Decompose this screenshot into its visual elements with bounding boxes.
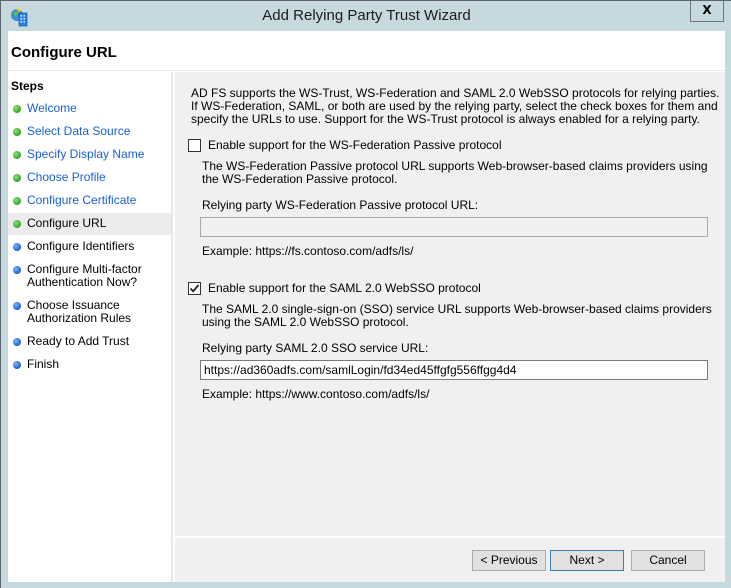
step-label: Select Data Source: [27, 124, 131, 138]
step-label: Choose Issuance Authorization Rules: [27, 298, 132, 325]
window-title: Add Relying Party Trust Wizard: [262, 7, 471, 24]
wsfed-enable-checkbox[interactable]: Enable support for the WS-Federation Pas…: [188, 138, 501, 152]
step-choose-issuance-authorization-rules: Choose Issuance Authorization Rules: [8, 299, 138, 325]
steps-title: Steps: [11, 79, 44, 93]
step-choose-profile[interactable]: Choose Profile: [8, 171, 171, 184]
step-welcome[interactable]: Welcome: [8, 102, 171, 115]
wsfed-description: The WS-Federation Passive protocol URL s…: [202, 159, 708, 186]
step-label: Finish: [27, 357, 60, 371]
step-configure-url: Configure URL: [8, 213, 171, 235]
wizard-client-area: Configure URL Steps Welcome Select Data …: [8, 31, 725, 582]
step-configure-identifiers: Configure Identifiers: [8, 240, 171, 253]
wsfed-example: Example: https://fs.contoso.com/adfs/ls/: [202, 244, 414, 258]
step-complete-icon: [13, 105, 21, 113]
step-label: Welcome: [27, 101, 77, 115]
title-bar[interactable]: Add Relying Party Trust Wizard X: [1, 1, 731, 32]
step-label: Specify Display Name: [27, 147, 145, 161]
step-label: Configure Identifiers: [27, 239, 135, 253]
saml-checkbox-box[interactable]: [188, 281, 201, 295]
step-label: Configure Certificate: [27, 193, 137, 207]
page-title: Configure URL: [11, 44, 117, 61]
saml-enable-checkbox[interactable]: Enable support for the SAML 2.0 WebSSO p…: [188, 281, 481, 295]
step-specify-display-name[interactable]: Specify Display Name: [8, 148, 171, 161]
step-finish: Finish: [8, 358, 171, 371]
step-complete-icon: [13, 128, 21, 136]
step-complete-icon: [13, 197, 21, 205]
saml-example: Example: https://www.contoso.com/adfs/ls…: [202, 387, 430, 401]
close-button[interactable]: X: [690, 1, 724, 22]
step-configure-mfa: Configure Multi-factor Authentication No…: [8, 263, 143, 289]
checkmark-icon: [189, 283, 200, 293]
wsfed-url-label: Relying party WS-Federation Passive prot…: [202, 198, 479, 212]
wsfed-checkbox-label: Enable support for the WS-Federation Pas…: [208, 138, 502, 152]
intro-text: AD FS supports the WS-Trust, WS-Federati…: [191, 86, 720, 126]
step-label: Choose Profile: [27, 170, 106, 184]
steps-panel: Steps Welcome Select Data Source Specify…: [8, 72, 173, 582]
step-pending-icon: [13, 302, 21, 310]
saml-url-input[interactable]: https://ad360adfs.com/samlLogin/fd34ed45…: [200, 360, 708, 380]
step-pending-icon: [13, 266, 21, 274]
step-pending-icon: [13, 361, 21, 369]
step-select-data-source[interactable]: Select Data Source: [8, 125, 171, 138]
step-pending-icon: [13, 243, 21, 251]
wizard-footer: < Previous Next > Cancel: [175, 538, 725, 582]
saml-url-label: Relying party SAML 2.0 SSO service URL:: [202, 341, 429, 355]
wsfed-url-input[interactable]: [200, 217, 708, 237]
step-label: Ready to Add Trust: [27, 334, 130, 348]
step-complete-icon: [13, 151, 21, 159]
step-label: Configure Multi-factor Authentication No…: [27, 262, 142, 289]
saml-description: The SAML 2.0 single-sign-on (SSO) servic…: [202, 302, 712, 329]
wizard-window: Add Relying Party Trust Wizard X Configu…: [0, 0, 731, 588]
wsfed-checkbox-box[interactable]: [188, 138, 201, 152]
step-complete-icon: [13, 174, 21, 182]
cancel-button[interactable]: Cancel: [631, 550, 705, 571]
step-configure-certificate[interactable]: Configure Certificate: [8, 194, 171, 207]
saml-checkbox-label: Enable support for the SAML 2.0 WebSSO p…: [208, 281, 481, 295]
step-ready-to-add-trust: Ready to Add Trust: [8, 335, 171, 348]
step-label: Configure URL: [27, 216, 107, 230]
content-panel: AD FS supports the WS-Trust, WS-Federati…: [175, 72, 725, 537]
previous-button[interactable]: < Previous: [472, 550, 546, 571]
next-button[interactable]: Next >: [550, 550, 624, 571]
step-complete-icon: [13, 220, 21, 228]
step-pending-icon: [13, 338, 21, 346]
page-header: Configure URL: [8, 31, 725, 71]
